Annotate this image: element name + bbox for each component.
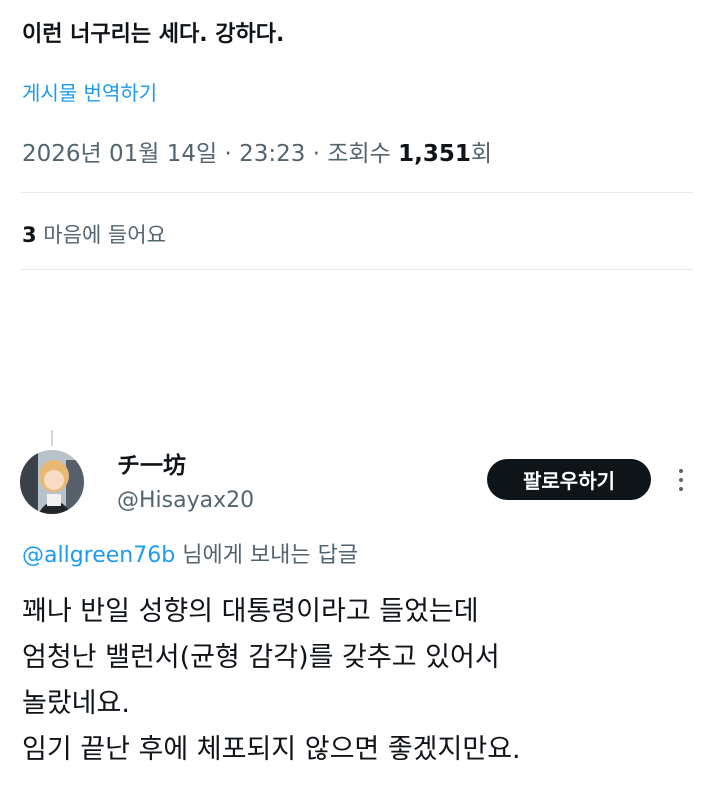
likes-label: 마음에 들어요 <box>36 223 166 247</box>
tweet-meta: 2026년 01월 14일 · 23:23 · 조회수 1,351회 <box>22 137 492 171</box>
divider <box>20 192 694 193</box>
replying-to-handle[interactable]: @allgreen76b <box>22 543 175 568</box>
translate-post-link[interactable]: 게시물 번역하기 <box>22 79 157 107</box>
tweet-text: 이런 너구리는 세다. 강하다. <box>22 22 285 47</box>
more-options-icon[interactable] <box>666 461 696 499</box>
handle[interactable]: @Hisayax20 <box>117 486 254 516</box>
reply-line: 꽤나 반일 성향의 대통령이라고 들었는데 <box>22 596 479 627</box>
reply-line: 임기 끝난 후에 체포되지 않으면 좋겠지만요. <box>22 734 521 765</box>
likes-row[interactable]: 3 마음에 들어요 <box>22 219 166 251</box>
follow-button[interactable]: 팔로우하기 <box>487 459 651 500</box>
reply-line: 엄청난 밸런서(균형 감각)를 갖추고 있어서 <box>22 642 500 673</box>
divider <box>20 269 694 270</box>
avatar[interactable] <box>20 450 84 514</box>
display-name[interactable]: チ一坊 <box>117 451 186 481</box>
avatar-image <box>20 450 84 514</box>
timestamp[interactable]: 2026년 01월 14일 · 23:23 · 조회수 <box>22 141 398 167</box>
replying-to-label: 님에게 보내는 답글 <box>175 543 359 568</box>
replying-to: @allgreen76b 님에게 보내는 답글 <box>22 540 358 572</box>
thread-line <box>51 430 53 446</box>
likes-count: 3 <box>22 223 37 247</box>
views-suffix: 회 <box>470 141 493 167</box>
reply-text: 꽤나 반일 성향의 대통령이라고 들었는데 엄청난 밸런서(균형 감각)를 갖추… <box>22 589 521 773</box>
views-count: 1,351 <box>398 141 471 167</box>
reply-line: 놀랐네요. <box>22 688 130 719</box>
